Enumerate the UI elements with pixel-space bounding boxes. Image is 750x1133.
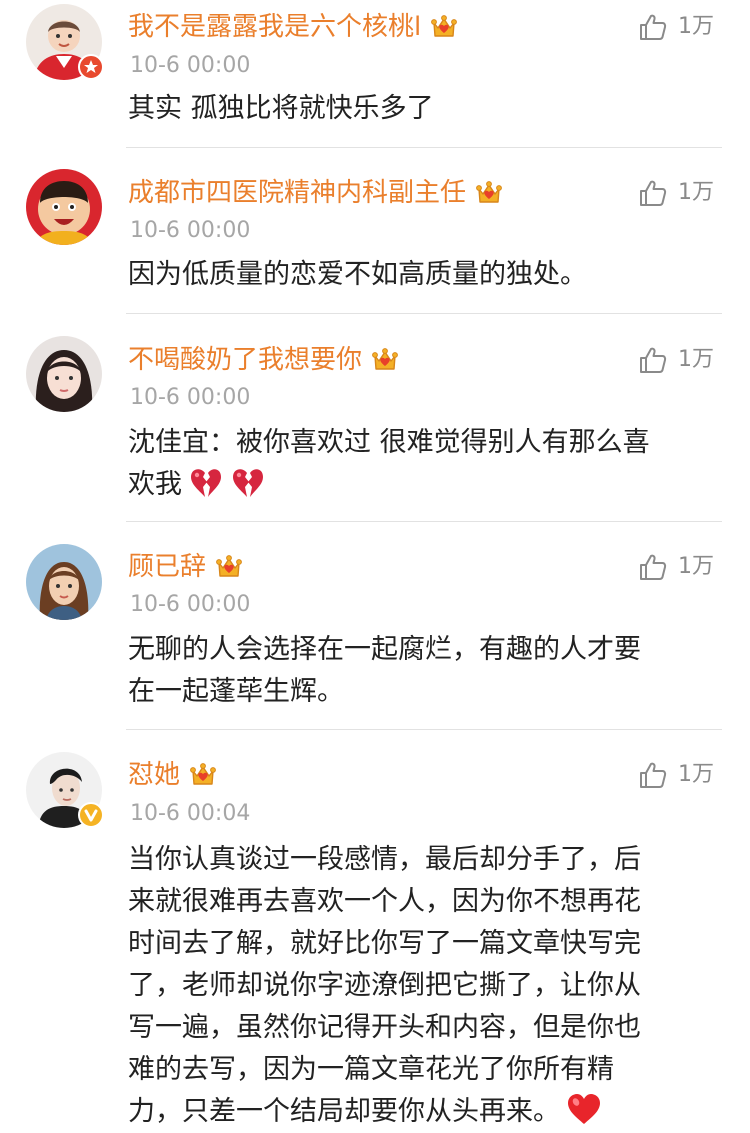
comment-line: 难的去写，因为一篇文章花光了你所有精 (128, 1054, 614, 1085)
like-button[interactable]: 1万 (638, 757, 714, 793)
like-button[interactable]: 1万 (638, 342, 714, 378)
broken-heart-emoji-icon (188, 465, 224, 501)
avatar[interactable] (26, 169, 102, 245)
thumbs-up-icon (638, 760, 668, 790)
comment-line: 无聊的人会选择在一起腐烂，有趣的人才要 (128, 634, 641, 665)
comment-item: 顾已辞 10-6 00:00 1万 无聊的人会选择在一起腐烂，有趣的人才要 在一… (0, 522, 750, 730)
crown-vip-icon[interactable] (370, 345, 400, 375)
like-count: 1万 (678, 762, 714, 787)
timestamp: 10-6 00:00 (130, 385, 251, 410)
comment-line: 因为低质量的恋爱不如高质量的独处。 (128, 259, 587, 290)
comment-text: 沈佳宜：被你喜欢过 很难觉得别人有那么喜 欢我 (128, 422, 728, 506)
comment-line: 在一起蓬荜生辉。 (128, 676, 344, 707)
timestamp: 10-6 00:00 (130, 218, 251, 243)
avatar[interactable] (26, 336, 102, 412)
crown-vip-icon[interactable] (474, 178, 504, 208)
comment-text: 其实 孤独比将就快乐多了 (128, 88, 728, 130)
username[interactable]: 怼她 (128, 755, 180, 795)
avatar[interactable] (26, 544, 102, 620)
thumbs-up-icon (638, 552, 668, 582)
verified-v-badge-icon (78, 802, 104, 828)
comment-line: 时间去了解，就好比你写了一篇文章快写完 (128, 928, 641, 959)
timestamp: 10-6 00:04 (130, 801, 251, 826)
comment-text: 因为低质量的恋爱不如高质量的独处。 (128, 254, 728, 296)
username-row: 不喝酸奶了我想要你 (128, 340, 400, 380)
comment-item: 不喝酸奶了我想要你 10-6 00:00 1万 沈佳宜：被你喜欢过 很难觉得别人… (0, 314, 750, 522)
comment-item: 我不是露露我是六个核桃l 10-6 00:00 1万 其实 孤独比将就快乐多了 (0, 0, 750, 148)
comment-line: 来就很难再去喜欢一个人，因为你不想再花 (128, 886, 641, 917)
username[interactable]: 顾已辞 (128, 547, 206, 587)
comment-item: 成都市四医院精神内科副主任 10-6 00:00 1万 因为低质量的恋爱不如高质… (0, 148, 750, 314)
comment-line: 当你认真谈过一段感情，最后却分手了，后 (128, 844, 641, 875)
username-row: 顾已辞 (128, 547, 244, 587)
comment-line: 其实 孤独比将就快乐多了 (128, 93, 434, 124)
comment-line: 欢我 (128, 464, 728, 506)
like-count: 1万 (678, 554, 714, 579)
thumbs-up-icon (638, 178, 668, 208)
comment-line-text: 力，只差一个结局却要你从头再来。 (128, 1096, 560, 1127)
timestamp: 10-6 00:00 (130, 592, 251, 617)
red-heart-emoji-icon (566, 1092, 602, 1128)
username-row: 成都市四医院精神内科副主任 (128, 173, 504, 213)
comment-text: 无聊的人会选择在一起腐烂，有趣的人才要 在一起蓬荜生辉。 (128, 629, 728, 713)
username-row: 我不是露露我是六个核桃l (128, 7, 459, 47)
comment-line: 沈佳宜：被你喜欢过 很难觉得别人有那么喜 (128, 427, 650, 458)
username-row: 怼她 (128, 755, 218, 795)
comment-text: 当你认真谈过一段感情，最后却分手了，后 来就很难再去喜欢一个人，因为你不想再花 … (128, 839, 728, 1133)
username[interactable]: 成都市四医院精神内科副主任 (128, 173, 466, 213)
crown-vip-icon[interactable] (429, 12, 459, 42)
crown-vip-icon[interactable] (214, 552, 244, 582)
comment-line: 写一遍，虽然你记得开头和内容，但是你也 (128, 1012, 641, 1043)
timestamp: 10-6 00:00 (130, 53, 251, 78)
username[interactable]: 不喝酸奶了我想要你 (128, 340, 362, 380)
thumbs-up-icon (638, 12, 668, 42)
like-count: 1万 (678, 14, 714, 39)
like-count: 1万 (678, 347, 714, 372)
crown-vip-icon[interactable] (188, 760, 218, 790)
thumbs-up-icon (638, 345, 668, 375)
broken-heart-emoji-icon (230, 465, 266, 501)
comment-line-text: 欢我 (128, 469, 182, 500)
like-button[interactable]: 1万 (638, 9, 714, 45)
like-button[interactable]: 1万 (638, 175, 714, 211)
comment-line: 了，老师却说你字迹潦倒把它撕了，让你从 (128, 970, 641, 1001)
comment-item: 怼她 10-6 00:04 1万 当你认真谈过一段感情，最后却分手了，后 来就很… (0, 730, 750, 1128)
username[interactable]: 我不是露露我是六个核桃l (128, 7, 421, 47)
red-star-badge-icon (78, 54, 104, 80)
comment-line: 力，只差一个结局却要你从头再来。 (128, 1091, 728, 1133)
like-count: 1万 (678, 180, 714, 205)
like-button[interactable]: 1万 (638, 549, 714, 585)
